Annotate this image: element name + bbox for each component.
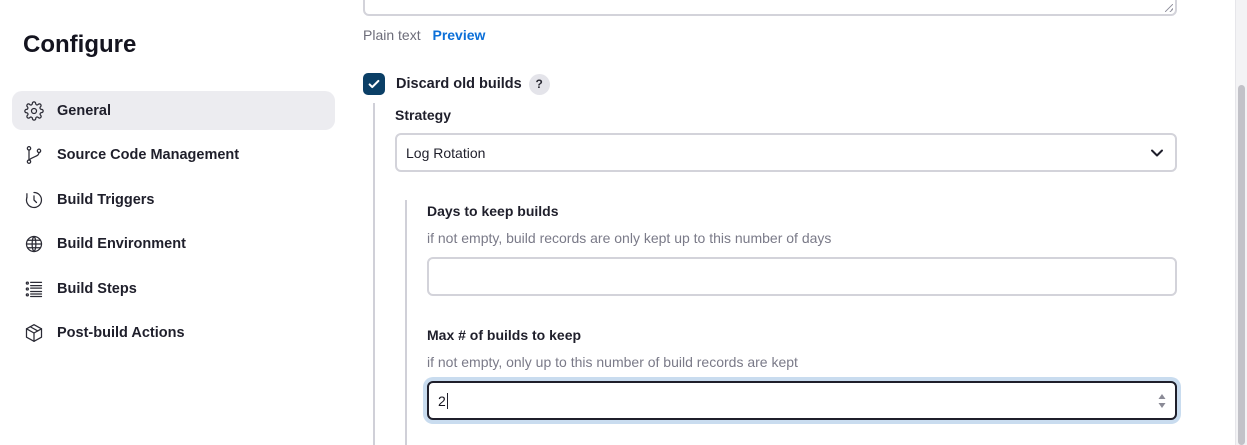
- sidebar-item-label: Build Triggers: [57, 191, 155, 208]
- description-textarea[interactable]: [363, 0, 1177, 16]
- chevron-down-icon: [1150, 146, 1164, 160]
- discard-old-builds-checkbox[interactable]: [363, 73, 385, 95]
- help-button[interactable]: ?: [528, 73, 550, 95]
- package-icon: [23, 322, 45, 344]
- max-builds-input[interactable]: 2: [427, 381, 1177, 420]
- max-builds-value: 2: [438, 392, 446, 409]
- discard-old-builds-label[interactable]: Discard old builds: [396, 76, 522, 92]
- sidebar-nav: General Source Code Management Build Tri…: [12, 91, 335, 359]
- sidebar-item-label: Build Environment: [57, 236, 186, 253]
- sidebar-item-general[interactable]: General: [12, 91, 335, 130]
- days-to-keep-input[interactable]: [427, 257, 1177, 296]
- sidebar-item-post-build-actions[interactable]: Post-build Actions: [12, 314, 335, 353]
- text-caret: [446, 392, 448, 409]
- section-divider-line: [373, 103, 375, 445]
- sidebar-item-build-steps[interactable]: Build Steps: [12, 269, 335, 308]
- max-builds-label: Max # of builds to keep: [427, 327, 582, 343]
- format-label: Plain text: [363, 27, 421, 43]
- sidebar-item-label: General: [57, 102, 111, 119]
- sidebar-item-build-environment[interactable]: Build Environment: [12, 225, 335, 264]
- sidebar-item-build-triggers[interactable]: Build Triggers: [12, 180, 335, 219]
- git-branch-icon: [23, 144, 45, 166]
- page-scrollbar[interactable]: [1235, 0, 1247, 445]
- sidebar-item-source-code-management[interactable]: Source Code Management: [12, 136, 335, 175]
- max-builds-description: if not empty, only up to this number of …: [427, 354, 798, 370]
- page-title: Configure: [23, 31, 137, 58]
- sidebar-item-label: Post-build Actions: [57, 325, 185, 342]
- scrollbar-thumb[interactable]: [1238, 85, 1245, 445]
- days-to-keep-description: if not empty, build records are only kep…: [427, 230, 832, 246]
- list-icon: [23, 278, 45, 300]
- globe-icon: [23, 233, 45, 255]
- sidebar-item-label: Build Steps: [57, 280, 137, 297]
- days-to-keep-label: Days to keep builds: [427, 203, 559, 219]
- strategy-label: Strategy: [395, 107, 452, 123]
- sidebar-item-label: Source Code Management: [57, 147, 240, 164]
- clock-icon: [23, 189, 45, 211]
- description-format-row: Plain text Preview: [363, 27, 485, 43]
- gear-icon: [23, 100, 45, 122]
- preview-link[interactable]: Preview: [432, 27, 485, 43]
- discard-old-builds-row: Discard old builds ?: [363, 73, 550, 95]
- resize-grip-icon[interactable]: [1165, 4, 1173, 12]
- subsection-divider-line: [405, 200, 407, 445]
- checkmark-icon: [368, 79, 380, 89]
- strategy-selected-value: Log Rotation: [406, 144, 486, 161]
- number-spinner-icon[interactable]: [1158, 393, 1166, 409]
- strategy-select[interactable]: Log Rotation: [395, 133, 1177, 172]
